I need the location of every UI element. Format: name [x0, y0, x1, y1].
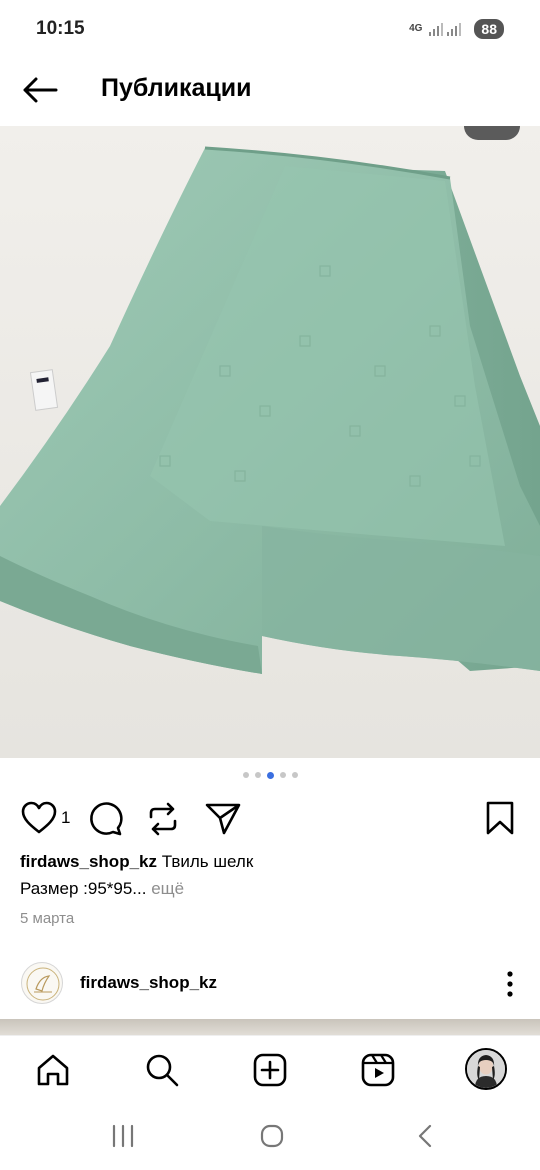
next-post-image-preview[interactable] — [0, 1019, 540, 1035]
profile-photo-icon — [467, 1050, 505, 1088]
create-post-icon — [253, 1053, 287, 1087]
scarf-photo — [0, 126, 540, 758]
share-button[interactable] — [204, 800, 242, 841]
shop-logo-icon — [26, 967, 60, 1001]
recent-apps-button[interactable] — [110, 1123, 136, 1154]
next-post-header: firdaws_shop_kz — [0, 958, 540, 1012]
carousel-dot — [254, 772, 261, 778]
next-post-avatar[interactable] — [21, 962, 63, 1004]
save-button[interactable] — [484, 800, 516, 841]
home-circle-icon — [260, 1124, 284, 1148]
caption-more-link[interactable]: ещё — [146, 879, 184, 898]
send-icon — [205, 803, 241, 835]
back-button[interactable] — [20, 74, 60, 106]
post-image[interactable] — [0, 126, 540, 758]
home-icon — [37, 1054, 69, 1086]
search-icon — [146, 1054, 179, 1087]
system-back-button[interactable] — [412, 1123, 438, 1154]
arrow-left-icon — [23, 77, 58, 103]
chevron-left-icon — [418, 1124, 432, 1148]
recent-apps-icon — [112, 1124, 134, 1148]
post-date: 5 марта — [20, 910, 75, 927]
carousel-dot — [242, 772, 249, 778]
page-header: Публикации — [0, 60, 540, 126]
nav-home[interactable] — [35, 1052, 71, 1088]
network-type: 4G — [409, 23, 423, 34]
carousel-dot — [279, 772, 286, 778]
status-bar: 10:15 4G 88 — [0, 0, 540, 60]
caption-size-text: Размер :95*95... — [20, 879, 147, 898]
more-vertical-icon — [507, 971, 513, 997]
status-indicators: 4G 88 — [409, 19, 504, 39]
repost-icon — [149, 802, 177, 836]
nav-create[interactable] — [252, 1052, 288, 1088]
more-options-button[interactable] — [502, 970, 518, 998]
carousel-dot — [291, 772, 298, 778]
caption-text: Твиль шелк — [157, 852, 254, 871]
like-button[interactable] — [20, 800, 58, 841]
post-actions: 1 — [0, 796, 540, 842]
heart-icon — [21, 801, 57, 834]
post-caption-line2: Размер :95*95... ещё — [20, 879, 184, 899]
battery-indicator: 88 — [474, 19, 504, 39]
nav-search[interactable] — [144, 1052, 180, 1088]
bookmark-icon — [486, 801, 514, 835]
repost-button[interactable] — [145, 800, 181, 843]
caption-username[interactable]: firdaws_shop_kz — [20, 852, 157, 871]
comment-icon — [90, 802, 123, 836]
nav-profile-avatar[interactable] — [465, 1048, 507, 1090]
system-nav-bar — [0, 1105, 540, 1170]
comment-button[interactable] — [86, 800, 124, 843]
carousel-dot-active — [266, 771, 274, 779]
next-post-username[interactable]: firdaws_shop_kz — [80, 973, 217, 993]
post-caption: firdaws_shop_kz Твиль шелк — [20, 852, 253, 872]
nav-reels[interactable] — [360, 1052, 396, 1088]
signal-icon — [429, 23, 462, 36]
bottom-nav — [0, 1035, 540, 1105]
home-system-button[interactable] — [259, 1123, 285, 1154]
carousel-counter — [464, 126, 520, 140]
like-count[interactable]: 1 — [61, 808, 70, 828]
status-time: 10:15 — [36, 18, 85, 39]
page-title: Публикации — [101, 74, 252, 102]
reels-icon — [361, 1053, 395, 1087]
carousel-dots — [0, 771, 540, 779]
